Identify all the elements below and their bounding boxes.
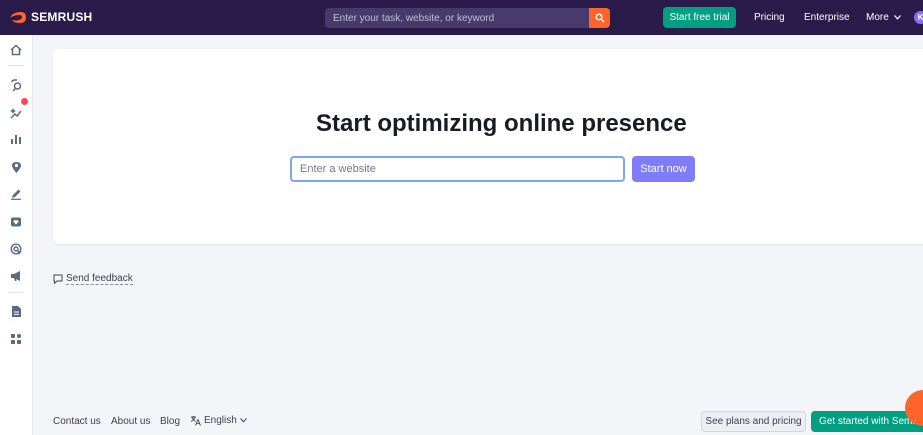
global-search-input[interactable]	[325, 8, 589, 28]
search-icon	[595, 13, 604, 23]
seo-icon[interactable]	[9, 78, 23, 92]
onboarding-card	[53, 49, 923, 244]
ai-sparkle-icon[interactable]	[9, 105, 23, 119]
home-icon[interactable]	[9, 43, 23, 57]
language-label: English	[204, 415, 237, 426]
megaphone-icon[interactable]	[9, 269, 23, 283]
more-menu[interactable]: More	[866, 12, 901, 23]
location-pin-icon[interactable]	[9, 160, 23, 174]
chevron-down-icon	[239, 418, 247, 423]
about-us-link[interactable]: About us	[111, 416, 150, 427]
heart-shield-icon[interactable]	[9, 215, 23, 229]
pricing-link[interactable]: Pricing	[754, 12, 785, 23]
apps-grid-icon[interactable]	[9, 332, 23, 346]
top-bar: SEMRUSH Start free trial Pricing Enterpr…	[0, 0, 923, 35]
page-title: Start optimizing online presence	[316, 110, 687, 137]
sidebar	[0, 35, 33, 435]
start-free-trial-button[interactable]: Start free trial	[663, 7, 736, 28]
translate-icon	[190, 416, 201, 426]
global-search	[325, 8, 610, 28]
user-avatar[interactable]: K	[914, 11, 923, 24]
sidebar-divider	[8, 65, 24, 66]
send-feedback-link[interactable]: Send feedback	[53, 273, 133, 285]
notification-dot	[21, 98, 28, 105]
contact-us-link[interactable]: Contact us	[53, 416, 101, 427]
search-button[interactable]	[589, 8, 610, 28]
language-selector[interactable]: English	[190, 415, 247, 426]
logo-text: SEMRUSH	[31, 10, 93, 24]
website-input[interactable]	[290, 156, 625, 182]
chevron-down-icon	[893, 15, 901, 20]
sidebar-divider	[8, 292, 24, 293]
comment-icon	[53, 274, 63, 284]
bar-chart-icon[interactable]	[9, 132, 23, 146]
semrush-logo[interactable]: SEMRUSH	[9, 10, 92, 24]
send-feedback-label: Send feedback	[66, 273, 133, 285]
pen-icon[interactable]	[9, 187, 23, 201]
semrush-flame-icon	[10, 11, 26, 23]
document-icon[interactable]	[9, 304, 23, 318]
target-icon[interactable]	[9, 242, 23, 256]
more-label: More	[866, 12, 889, 23]
blog-link[interactable]: Blog	[160, 416, 180, 427]
enterprise-link[interactable]: Enterprise	[804, 12, 850, 23]
see-plans-button[interactable]: See plans and pricing	[701, 411, 806, 432]
start-now-button[interactable]: Start now	[632, 156, 695, 182]
